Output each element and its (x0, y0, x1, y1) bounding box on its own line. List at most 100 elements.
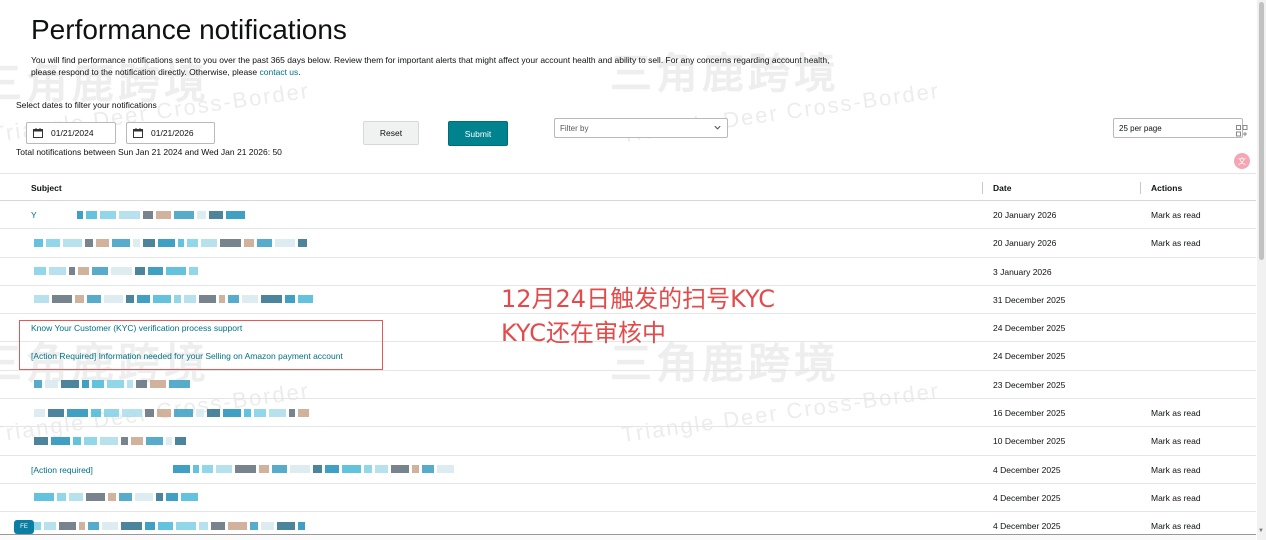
mosaic-block (259, 465, 269, 474)
scrollbar-thumb[interactable] (1259, 2, 1264, 260)
annotation-highlight-box (19, 320, 383, 370)
page-title: Performance notifications (31, 14, 347, 45)
date-filter-label: Select dates to filter your notification… (16, 100, 157, 110)
mosaic-block (131, 436, 143, 445)
mark-as-read-link[interactable]: Mark as read (1151, 465, 1201, 475)
mosaic-block (285, 295, 295, 304)
mosaic-block (202, 465, 213, 474)
mosaic-block (137, 295, 150, 304)
start-date-value: 01/21/2024 (51, 128, 94, 138)
horizontal-scrollbar[interactable] (0, 534, 1256, 540)
notification-subject-link[interactable]: [Action required] (31, 465, 93, 475)
mosaic-block (57, 493, 66, 502)
mark-as-read-link[interactable]: Mark as read (1151, 521, 1201, 531)
column-separator (1140, 182, 1141, 194)
redacted-mosaic (34, 435, 186, 446)
scroll-down-arrow-icon[interactable]: ▼ (1258, 528, 1265, 536)
mosaic-block (135, 493, 153, 502)
redacted-mosaic (34, 237, 307, 248)
mosaic-block (199, 295, 216, 304)
mosaic-block (313, 465, 322, 474)
table-body: Y 20 January 2026 Mark as read 20 January 2… (0, 201, 1256, 540)
mosaic-block (228, 521, 247, 530)
end-date-input[interactable]: 01/21/2026 (126, 122, 215, 144)
mosaic-block (92, 267, 108, 276)
mosaic-block (44, 521, 56, 530)
redacted-mosaic (34, 294, 313, 305)
mosaic-block (157, 408, 171, 417)
mosaic-block (100, 210, 116, 219)
submit-button[interactable]: Submit (448, 121, 508, 146)
mosaic-block (277, 521, 295, 530)
mosaic-block (156, 493, 163, 502)
notification-date: 4 December 2025 (993, 464, 1061, 475)
mosaic-block (375, 465, 388, 474)
start-date-input[interactable]: 01/21/2024 (26, 122, 116, 144)
per-page-select[interactable]: 25 per page (1113, 118, 1243, 138)
mosaic-block (166, 267, 186, 276)
notification-date: 4 December 2025 (993, 492, 1061, 503)
redacted-mosaic (34, 520, 305, 531)
calendar-icon (133, 128, 143, 138)
mosaic-block (122, 408, 142, 417)
table-row: Y 20 January 2026 Mark as read (0, 201, 1256, 230)
mosaic-block (63, 238, 82, 247)
mark-as-read-link[interactable]: Mark as read (1151, 408, 1201, 418)
mosaic-block (173, 465, 190, 474)
mosaic-block (391, 465, 409, 474)
mosaic-block (82, 380, 89, 389)
mosaic-block (51, 436, 70, 445)
mosaic-block (111, 267, 132, 276)
column-separator (982, 182, 983, 194)
redacted-mosaic (34, 266, 198, 277)
mosaic-block (290, 465, 310, 474)
mosaic-block (146, 436, 163, 445)
contact-us-link[interactable]: contact us (260, 67, 299, 77)
table-row: 20 January 2026 Mark as read (0, 229, 1256, 258)
mark-as-read-link[interactable]: Mark as read (1151, 493, 1201, 503)
mosaic-block (126, 295, 134, 304)
translate-icon[interactable]: 文 (1234, 153, 1250, 169)
table-row: 10 December 2025 Mark as read (0, 427, 1256, 456)
mosaic-block (272, 465, 287, 474)
chat-icon[interactable]: FE (14, 520, 34, 534)
filter-by-select[interactable]: Filter by (554, 118, 728, 138)
mark-as-read-link[interactable]: Mark as read (1151, 436, 1201, 446)
mosaic-block (135, 267, 145, 276)
mark-as-read-link[interactable]: Mark as read (1151, 238, 1201, 248)
intro-text: You will find performance notifications … (31, 54, 831, 78)
mosaic-block (261, 295, 282, 304)
mosaic-block (48, 408, 64, 417)
mosaic-block (289, 408, 295, 417)
mosaic-block (108, 493, 116, 502)
mosaic-block (298, 238, 307, 247)
mosaic-block (196, 408, 204, 417)
notification-date: 20 January 2026 (993, 210, 1057, 220)
mosaic-block (121, 521, 142, 530)
notification-date: 24 December 2025 (993, 351, 1066, 362)
mark-as-read-link[interactable]: Mark as read (1151, 210, 1201, 220)
mosaic-block (216, 465, 232, 474)
grid-add-icon[interactable] (1236, 124, 1248, 137)
mosaic-block (254, 408, 266, 417)
notification-subject-link[interactable]: Y (31, 210, 37, 220)
mosaic-block (244, 238, 254, 247)
annotation-line-2: KYC还在审核中 (501, 319, 666, 347)
mosaic-block (112, 238, 130, 247)
mosaic-block (61, 380, 79, 389)
mosaic-block (158, 521, 173, 530)
mosaic-block (166, 493, 178, 502)
notification-date: 23 December 2025 (993, 379, 1066, 390)
mosaic-block (199, 521, 208, 530)
mosaic-block (156, 210, 171, 219)
header-subject: Subject (31, 183, 62, 193)
mosaic-block (45, 380, 58, 389)
mosaic-block (228, 295, 239, 304)
mosaic-block (150, 380, 166, 389)
mosaic-block (174, 408, 193, 417)
mosaic-block (59, 521, 76, 530)
mosaic-block (207, 408, 220, 417)
reset-button[interactable]: Reset (363, 121, 419, 145)
table-row: 4 December 2025 Mark as read (0, 484, 1256, 513)
mosaic-block (364, 465, 372, 474)
